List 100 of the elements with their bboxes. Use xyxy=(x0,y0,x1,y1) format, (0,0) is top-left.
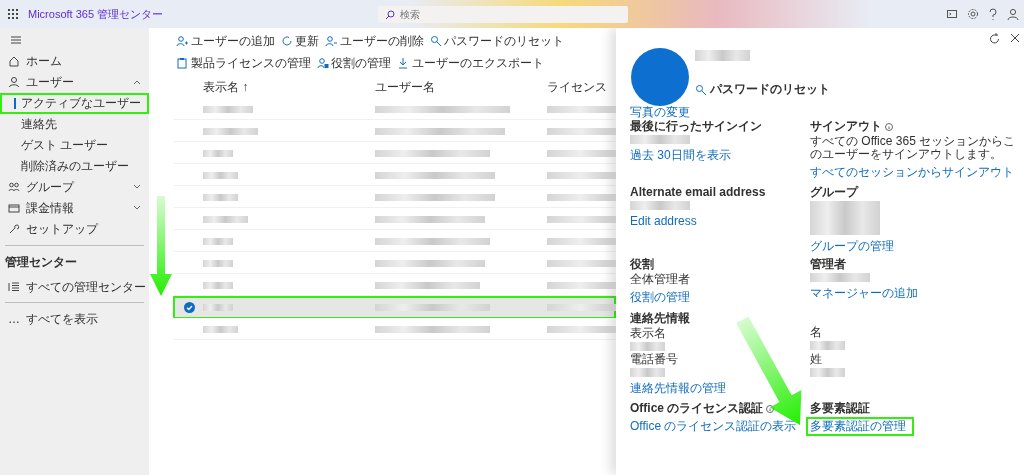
sidebar-subitem[interactable]: アクティブなユーザー xyxy=(0,92,149,114)
person-add-icon xyxy=(176,35,188,47)
checkmark-icon[interactable] xyxy=(183,302,195,313)
person-remove-icon xyxy=(325,35,337,47)
people-icon xyxy=(8,181,20,193)
field-link[interactable]: 過去 30日間を表示 xyxy=(626,146,739,165)
download-icon xyxy=(397,57,409,69)
help-icon[interactable] xyxy=(989,8,997,20)
redacted-text xyxy=(203,128,258,135)
clipboard-icon xyxy=(176,57,188,69)
field-label: 姓 xyxy=(810,353,822,366)
info-icon[interactable] xyxy=(884,122,893,131)
toolbar-button[interactable]: 製品ライセンスの管理 xyxy=(173,54,314,72)
field-label: 最後に行ったサインイン xyxy=(630,120,762,133)
search-field[interactable]: 検索 xyxy=(378,5,629,23)
sidebar-label: ユーザー xyxy=(26,74,74,91)
sidebar-item[interactable]: すべての管理センター xyxy=(0,276,149,297)
toolbar-button[interactable]: ユーザーのエクスポート xyxy=(394,54,547,72)
card-icon xyxy=(8,202,20,214)
sidebar-subitem[interactable]: 連絡先 xyxy=(0,113,149,135)
more-icon: … xyxy=(8,309,20,328)
redacted-text xyxy=(695,50,750,61)
field-link[interactable]: マネージャーの追加 xyxy=(806,284,926,303)
redacted-text xyxy=(203,150,233,157)
sidebar-item[interactable]: グループ xyxy=(0,176,149,198)
field-link[interactable]: すべてのセッションからサインアウト xyxy=(806,163,1022,182)
redacted-text xyxy=(203,106,253,113)
redacted-text xyxy=(203,216,248,223)
field-label: 管理者 xyxy=(810,258,846,271)
menu-icon[interactable] xyxy=(10,34,22,45)
house-icon xyxy=(8,55,20,67)
toolbar-button[interactable]: 役割の管理 xyxy=(313,54,394,72)
field-link[interactable]: グループの管理 xyxy=(806,237,902,256)
toolbar-button[interactable]: 更新 xyxy=(277,32,322,50)
close-icon[interactable] xyxy=(1010,33,1020,43)
terminal-icon[interactable] xyxy=(947,9,957,19)
change-photo-link[interactable]: 写真の変更 xyxy=(630,106,690,119)
sidebar-subitem[interactable]: ゲスト ユーザー xyxy=(0,134,149,156)
field-value: 全体管理者 xyxy=(630,273,690,286)
redacted-text xyxy=(203,304,233,311)
sidebar-item[interactable]: 課金情報 xyxy=(0,197,149,219)
sidebar-label: グループ xyxy=(26,179,74,196)
search-icon xyxy=(385,9,396,20)
refresh-icon xyxy=(280,35,293,47)
sidebar-item[interactable]: ホーム xyxy=(0,50,149,72)
sidebar-label: セットアップ xyxy=(26,221,98,238)
field-link[interactable]: Edit address xyxy=(626,212,705,231)
avatar xyxy=(631,48,689,106)
field-label: 名 xyxy=(810,326,822,339)
field-label: サインアウト xyxy=(810,120,882,133)
sidebar-item[interactable]: ユーザー xyxy=(0,71,149,93)
sidebar-label: 課金情報 xyxy=(26,200,74,217)
field-label: Alternate email address xyxy=(630,186,766,199)
list-icon xyxy=(8,280,20,293)
magnifier-icon xyxy=(429,35,442,47)
field-link[interactable]: 連絡先情報の管理 xyxy=(626,379,734,398)
redacted-text xyxy=(203,194,238,201)
sidebar-label: ホーム xyxy=(26,53,62,70)
sidebar-section-title: 管理センター xyxy=(4,254,78,271)
redacted-text xyxy=(203,326,238,333)
sidebar-subitem[interactable]: 削除済みのユーザー xyxy=(0,155,149,177)
field-label: 表示名 xyxy=(630,327,666,340)
field-link[interactable]: Office のライセンス認証の表示 xyxy=(626,417,805,436)
toolbar-button[interactable]: ユーザーの追加 xyxy=(173,32,278,50)
field-label: 電話番号 xyxy=(630,353,678,366)
field-label: 役割 xyxy=(630,258,654,271)
sidebar-item[interactable]: セットアップ xyxy=(0,218,149,240)
magnifier-icon xyxy=(695,83,707,96)
toolbar-button[interactable]: ユーザーの削除 xyxy=(322,32,427,50)
column-header[interactable]: ユーザー名 xyxy=(375,78,547,96)
column-header[interactable]: ライセンス xyxy=(547,78,616,96)
redacted-text xyxy=(203,238,233,245)
refresh-icon[interactable] xyxy=(989,33,1000,44)
field-link[interactable]: 多要素認証の管理 xyxy=(806,417,914,436)
sidebar-item[interactable]: … すべてを表示 xyxy=(0,308,149,329)
info-icon[interactable] xyxy=(765,404,774,413)
redacted-text xyxy=(203,260,233,267)
chevron-icon[interactable] xyxy=(133,79,141,85)
app-launcher-icon[interactable] xyxy=(8,9,18,19)
reset-password-link[interactable]: パスワードのリセット xyxy=(695,83,830,96)
settings-icon[interactable] xyxy=(967,8,979,20)
chevron-icon[interactable] xyxy=(133,184,141,190)
field-description: すべての Office 365 セッションからこのユーザーをサインアウトします。 xyxy=(810,135,1017,161)
person-icon xyxy=(8,76,20,88)
field-label: Office のライセンス認証 xyxy=(630,402,764,415)
sidebar-label: すべてを表示 xyxy=(26,310,98,328)
app-title: Microsoft 365 管理センター xyxy=(28,6,164,22)
toolbar-button[interactable]: パスワードのリセット xyxy=(426,32,567,50)
wrench-icon xyxy=(8,223,20,235)
field-label: 連絡先情報 xyxy=(630,312,690,325)
chevron-icon[interactable] xyxy=(133,205,141,211)
person-badge-icon xyxy=(316,57,329,69)
account-icon[interactable] xyxy=(1007,8,1019,20)
redacted-text xyxy=(203,172,238,179)
field-label: グループ xyxy=(810,186,858,199)
field-link[interactable]: 役割の管理 xyxy=(626,288,698,307)
field-label: 多要素認証 xyxy=(810,402,870,415)
redacted-text xyxy=(203,282,233,289)
column-header[interactable]: 表示名 ↑ xyxy=(203,78,375,96)
sidebar-label: すべての管理センター xyxy=(26,278,146,296)
